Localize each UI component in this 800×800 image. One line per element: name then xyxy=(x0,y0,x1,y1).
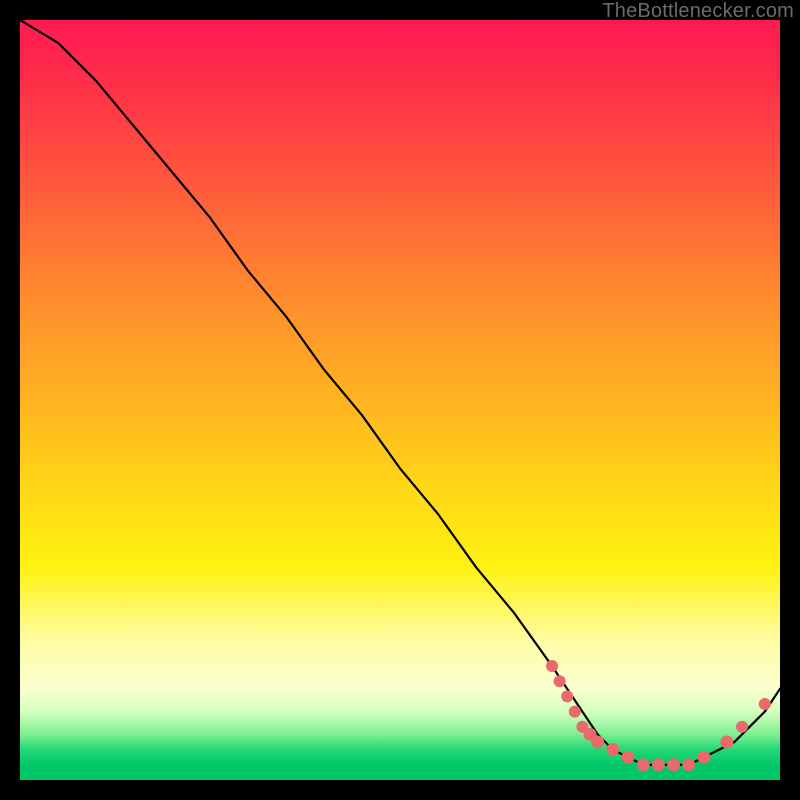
highlight-dot xyxy=(736,721,748,733)
highlight-dot xyxy=(637,758,650,771)
highlight-dot xyxy=(652,758,665,771)
highlight-dot xyxy=(667,758,680,771)
highlight-dot xyxy=(546,660,558,672)
highlight-dot xyxy=(698,751,711,764)
highlight-dot xyxy=(720,736,733,749)
highlight-dot xyxy=(622,751,635,764)
highlight-dot xyxy=(561,690,573,702)
bottleneck-curve xyxy=(20,20,780,765)
plot-area xyxy=(20,20,780,780)
highlight-dots xyxy=(546,660,771,771)
highlight-dot xyxy=(682,758,695,771)
chart-container: TheBottlenecker.com xyxy=(0,0,800,800)
curve-svg xyxy=(20,20,780,780)
highlight-dot xyxy=(606,743,619,756)
highlight-dot xyxy=(759,698,771,710)
highlight-dot xyxy=(569,706,581,718)
highlight-dot xyxy=(554,675,566,687)
highlight-dot xyxy=(591,736,604,749)
